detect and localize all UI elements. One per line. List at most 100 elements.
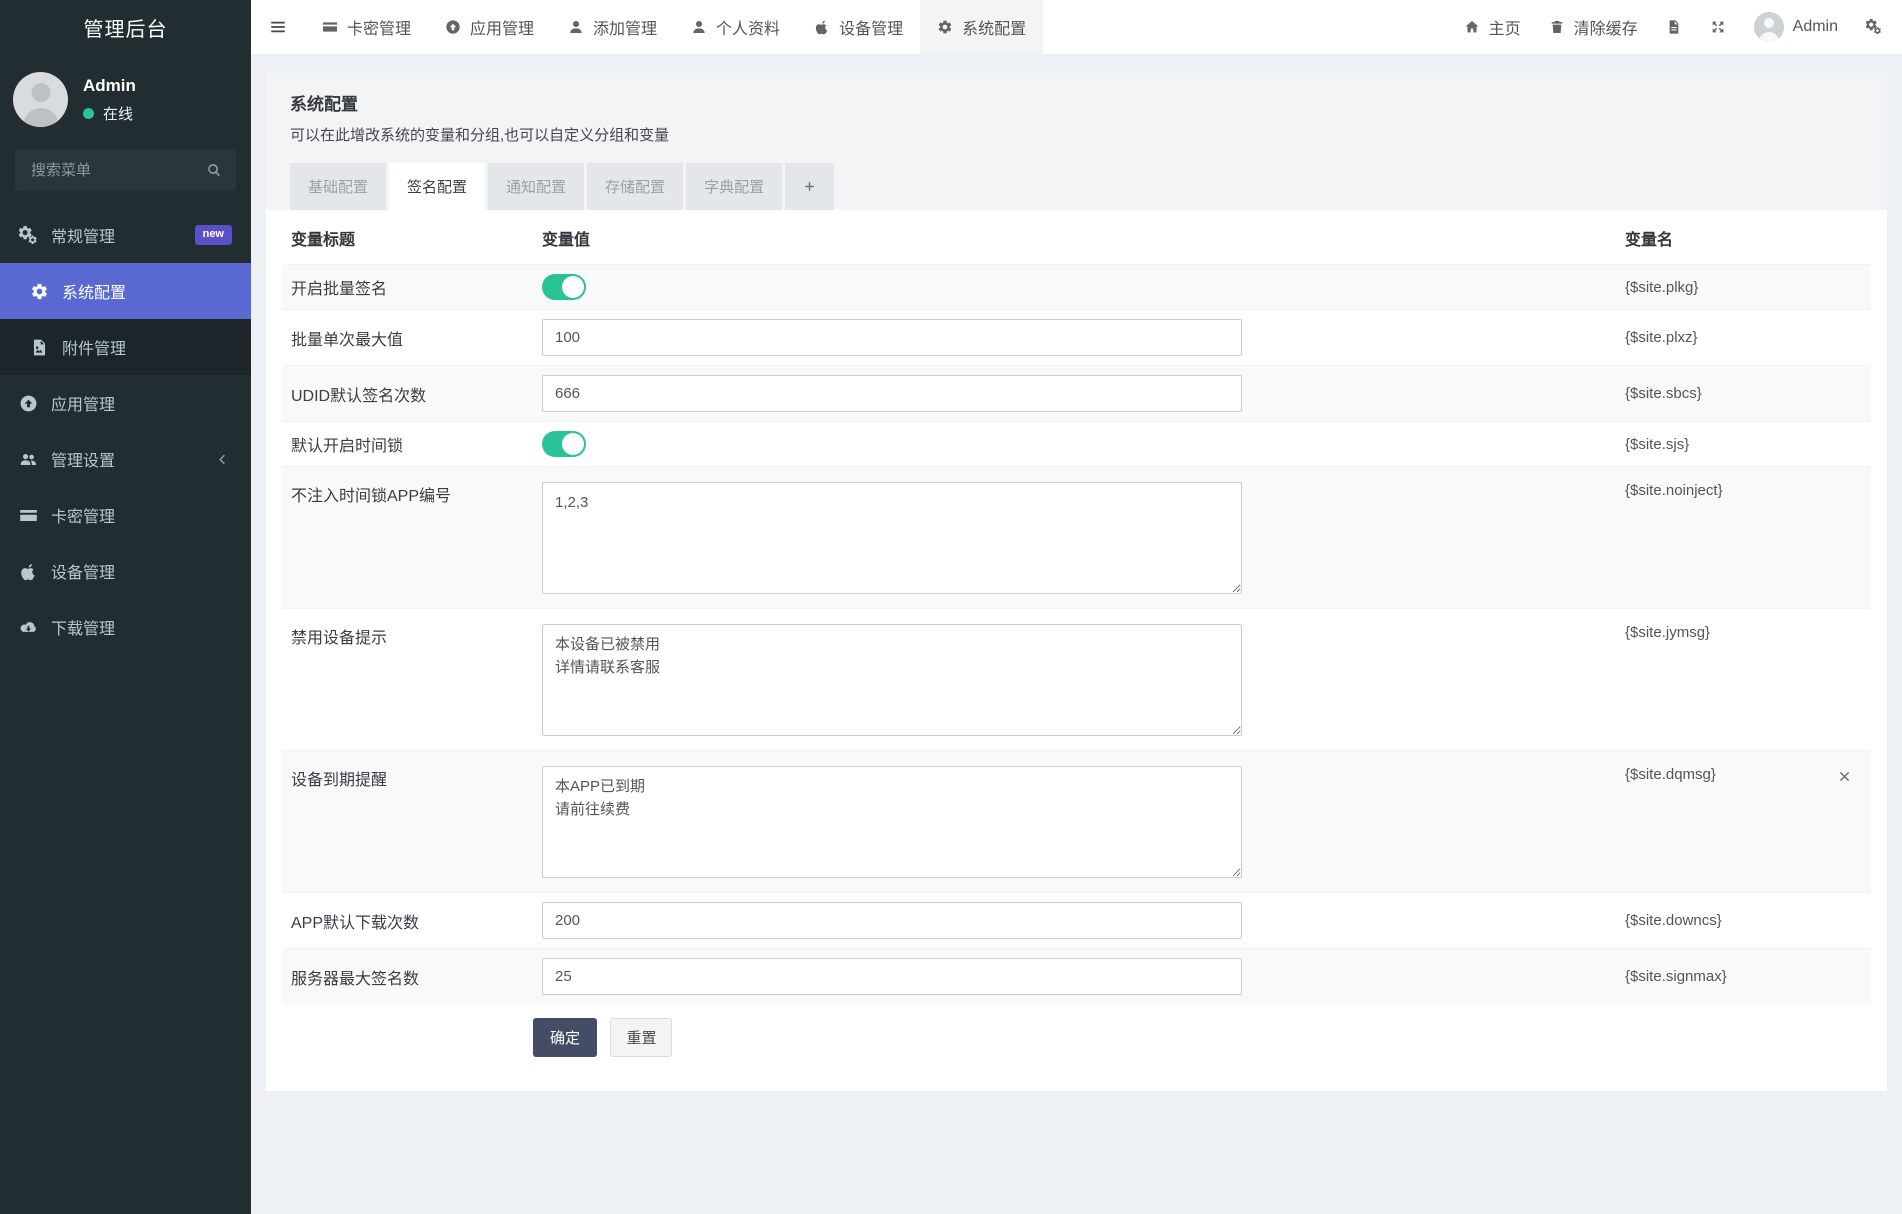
credit-card-icon bbox=[19, 506, 38, 525]
page-content: 系统配置 可以在此增改系统的变量和分组,也可以自定义分组和变量 基础配置签名配置… bbox=[251, 54, 1902, 1110]
clear-cache-link[interactable]: 清除缓存 bbox=[1535, 0, 1652, 54]
row-title: UDID默认签名次数 bbox=[291, 388, 426, 405]
row-action-cell bbox=[1825, 751, 1871, 893]
user-avatar bbox=[1754, 12, 1784, 42]
toggle-switch[interactable] bbox=[542, 431, 586, 457]
variable-name: {$site.sbcs} bbox=[1625, 385, 1702, 402]
settings-button[interactable] bbox=[1852, 0, 1896, 54]
tab-2[interactable]: 通知配置 bbox=[488, 163, 584, 210]
table-row: 禁用设备提示 {$site.jymsg} bbox=[282, 609, 1871, 751]
row-value-cell bbox=[533, 893, 1616, 949]
delete-row-button[interactable] bbox=[1834, 766, 1855, 787]
close-icon bbox=[1837, 769, 1852, 784]
gear-icon bbox=[937, 19, 953, 35]
row-title: 批量单次最大值 bbox=[291, 332, 403, 349]
user-panel: Admin 在线 bbox=[0, 54, 251, 137]
sidebar-toggle-button[interactable] bbox=[251, 0, 305, 54]
user-icon bbox=[691, 19, 707, 35]
tab-3[interactable]: 存储配置 bbox=[587, 163, 683, 210]
sidebar-item-2[interactable]: 附件管理 bbox=[0, 319, 251, 375]
table-row: 开启批量签名{$site.plkg} bbox=[282, 265, 1871, 310]
row-varname-cell: {$site.plxz} bbox=[1616, 310, 1825, 366]
sidebar-item-4[interactable]: 管理设置 bbox=[0, 431, 251, 487]
brand-title: 管理后台 bbox=[0, 0, 251, 54]
topnav-item-3[interactable]: 个人资料 bbox=[674, 0, 797, 54]
sidebar-item-label: 下载管理 bbox=[51, 615, 115, 639]
text-input[interactable] bbox=[542, 375, 1242, 412]
textarea-input[interactable] bbox=[542, 624, 1242, 736]
toggle-switch[interactable] bbox=[542, 274, 586, 300]
user-name: Admin bbox=[83, 76, 136, 96]
table-row: UDID默认签名次数 {$site.sbcs} bbox=[282, 366, 1871, 422]
topnav-item-0[interactable]: 卡密管理 bbox=[305, 0, 428, 54]
circle-up-icon bbox=[445, 19, 461, 35]
topnav-right: 主页 清除缓存 Admin bbox=[1450, 0, 1902, 54]
topnav-item-1[interactable]: 应用管理 bbox=[428, 0, 551, 54]
row-action-cell bbox=[1825, 893, 1871, 949]
table-row: 批量单次最大值 {$site.plxz} bbox=[282, 310, 1871, 366]
sidebar-item-7[interactable]: 下载管理 bbox=[0, 599, 251, 655]
table-row: APP默认下载次数{$site.downcs} bbox=[282, 893, 1871, 949]
search-input[interactable] bbox=[29, 161, 206, 180]
sidebar-item-0[interactable]: 常规管理new bbox=[0, 207, 251, 263]
sidebar-item-3[interactable]: 应用管理 bbox=[0, 375, 251, 431]
text-input[interactable] bbox=[542, 958, 1242, 995]
row-title-cell: UDID默认签名次数 bbox=[282, 366, 533, 422]
add-tab-button[interactable] bbox=[785, 163, 834, 210]
text-input[interactable] bbox=[542, 902, 1242, 939]
tab-0[interactable]: 基础配置 bbox=[290, 163, 386, 210]
column-header-value: 变量值 bbox=[533, 210, 1616, 265]
reset-button[interactable]: 重置 bbox=[610, 1018, 672, 1057]
row-title: 不注入时间锁APP编号 bbox=[291, 488, 451, 505]
textarea-input[interactable] bbox=[542, 766, 1242, 878]
row-title-cell: 批量单次最大值 bbox=[282, 310, 533, 366]
sidebar-search bbox=[15, 149, 236, 191]
column-header-varname: 变量名 bbox=[1616, 210, 1825, 265]
submit-button[interactable]: 确定 bbox=[533, 1018, 597, 1057]
home-icon bbox=[1464, 19, 1480, 35]
row-title-cell: 开启批量签名 bbox=[282, 265, 533, 310]
topnav-item-label: 个人资料 bbox=[716, 15, 780, 39]
textarea-input[interactable] bbox=[542, 482, 1242, 594]
sidebar-item-6[interactable]: 设备管理 bbox=[0, 543, 251, 599]
sidebar-item-label: 设备管理 bbox=[51, 559, 115, 583]
topnav-item-2[interactable]: 添加管理 bbox=[551, 0, 674, 54]
credit-card-icon bbox=[322, 19, 338, 35]
row-action-cell bbox=[1825, 422, 1871, 467]
table-row: 不注入时间锁APP编号{$site.noinject} bbox=[282, 467, 1871, 609]
sidebar-item-label: 应用管理 bbox=[51, 391, 115, 415]
sidebar-item-label: 附件管理 bbox=[62, 335, 126, 359]
row-title: 开启批量签名 bbox=[291, 281, 387, 298]
sidebar-item-label: 管理设置 bbox=[51, 447, 115, 471]
sidebar-item-label: 卡密管理 bbox=[51, 503, 115, 527]
page-title: 系统配置 bbox=[290, 90, 1863, 115]
home-label: 主页 bbox=[1489, 15, 1521, 39]
page-subtitle: 可以在此增改系统的变量和分组,也可以自定义分组和变量 bbox=[290, 124, 1863, 145]
user-menu[interactable]: Admin bbox=[1740, 0, 1852, 54]
sidebar-item-label: 常规管理 bbox=[51, 223, 115, 247]
admin-app: 管理后台 Admin 在线 常规管理new系统配置附件管理应用管理管理设置卡密管… bbox=[0, 0, 1902, 1214]
row-value-cell bbox=[533, 422, 1616, 467]
topnav-item-5[interactable]: 系统配置 bbox=[920, 0, 1043, 54]
topnav-item-4[interactable]: 设备管理 bbox=[797, 0, 920, 54]
row-title: 设备到期提醒 bbox=[291, 772, 387, 789]
document-button[interactable] bbox=[1652, 0, 1696, 54]
sidebar-item-1[interactable]: 系统配置 bbox=[0, 263, 251, 319]
toggle-knob bbox=[562, 276, 584, 298]
fullscreen-button[interactable] bbox=[1696, 0, 1740, 54]
toggle-knob bbox=[562, 433, 584, 455]
apple-icon bbox=[19, 562, 38, 581]
topnav-item-label: 应用管理 bbox=[470, 15, 534, 39]
sidebar: 管理后台 Admin 在线 常规管理new系统配置附件管理应用管理管理设置卡密管… bbox=[0, 0, 251, 1214]
tab-4[interactable]: 字典配置 bbox=[686, 163, 782, 210]
sidebar-item-5[interactable]: 卡密管理 bbox=[0, 487, 251, 543]
user-icon bbox=[568, 19, 584, 35]
avatar bbox=[13, 72, 68, 127]
variable-name: {$site.signmax} bbox=[1625, 968, 1727, 985]
text-input[interactable] bbox=[542, 319, 1242, 356]
row-title-cell: 禁用设备提示 bbox=[282, 609, 533, 751]
variable-name: {$site.downcs} bbox=[1625, 912, 1722, 929]
home-link[interactable]: 主页 bbox=[1450, 0, 1535, 54]
tab-1[interactable]: 签名配置 bbox=[389, 163, 485, 210]
row-varname-cell: {$site.jymsg} bbox=[1616, 609, 1825, 751]
